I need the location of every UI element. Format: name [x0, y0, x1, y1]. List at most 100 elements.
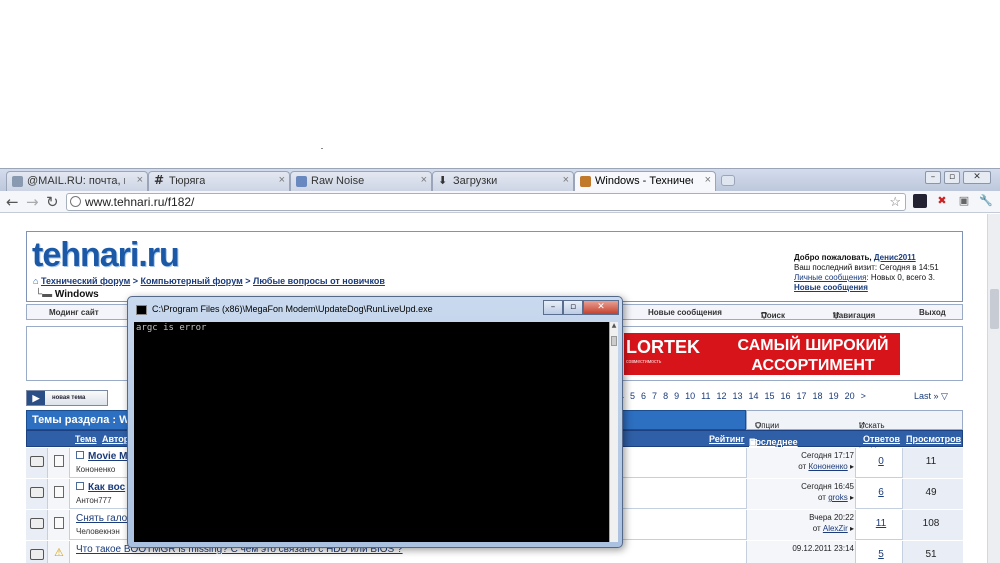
last-post-by: от groks ▸: [818, 493, 854, 502]
page-link[interactable]: 20: [845, 391, 855, 401]
console-close-button[interactable]: ✕: [583, 300, 619, 315]
page-link[interactable]: 5: [630, 391, 635, 401]
new-tab-button[interactable]: [721, 175, 735, 186]
close-window-button[interactable]: ✕: [963, 171, 991, 184]
forum-header: tehnari.ru ⌂ Технический форум > Компьют…: [26, 231, 963, 302]
current-section: └▬ Windows: [35, 289, 99, 300]
bookmark-star-icon[interactable]: ☆: [889, 194, 901, 210]
pagination: 4567891011121314151617181920>: [619, 391, 872, 401]
scrollbar-thumb[interactable]: [990, 289, 999, 329]
console-scrollbar[interactable]: ▲: [609, 322, 618, 542]
page-link[interactable]: 17: [797, 391, 807, 401]
view-count: 49: [925, 487, 937, 498]
page-last[interactable]: Last » ▽: [914, 391, 948, 402]
envelope-icon: [30, 549, 44, 560]
reply-count[interactable]: 6: [866, 487, 896, 498]
page-link[interactable]: 6: [641, 391, 646, 401]
last-post-date: Сегодня 16:45: [801, 482, 854, 491]
col-author[interactable]: Автор: [102, 434, 129, 444]
new-posts-link[interactable]: Новые сообщения: [794, 283, 868, 292]
reply-count[interactable]: 0: [866, 456, 896, 467]
address-bar[interactable]: www.tehnari.ru/f182/ ☆: [66, 193, 906, 211]
nav-logout[interactable]: Выход: [919, 308, 946, 317]
thread-title[interactable]: Movie M: [76, 451, 127, 462]
tab-downloads[interactable]: ⬇ Загрузки ×: [432, 171, 574, 191]
close-icon[interactable]: ×: [563, 174, 569, 186]
ad-banner[interactable]: LORTEK совместимость САМЫЙ ШИРОКИЙ АССОР…: [624, 333, 900, 375]
extension-icon[interactable]: [913, 194, 927, 208]
back-icon[interactable]: ←: [6, 193, 19, 211]
page-link[interactable]: 11: [701, 391, 710, 401]
tab-turyaga[interactable]: # Тюряга ×: [148, 171, 290, 191]
breadcrumb-newbie-questions[interactable]: Любые вопросы от новичков: [253, 276, 385, 286]
page-link[interactable]: 18: [813, 391, 823, 401]
tab-strip: @MAIL.RU: почта, поиск в× #Тюряга× Raw N…: [0, 169, 1000, 191]
reload-icon[interactable]: ↻: [46, 193, 59, 211]
site-logo[interactable]: tehnari.ru: [32, 236, 180, 275]
col-replies[interactable]: Ответов: [863, 434, 900, 444]
thread-title[interactable]: Снять гало: [76, 513, 127, 524]
page-link[interactable]: 9: [674, 391, 679, 401]
breadcrumb-computer-forum[interactable]: Компьютерный форум: [141, 276, 243, 286]
tab-windows-forum[interactable]: Windows - Технический ф×: [574, 171, 716, 191]
url-text: www.tehnari.ru/f182/: [85, 195, 195, 209]
envelope-icon: [30, 456, 44, 467]
reply-count[interactable]: 11: [866, 518, 896, 529]
page-menu-icon[interactable]: ▣: [957, 194, 971, 208]
hash-icon: #: [154, 173, 165, 187]
page-link[interactable]: 12: [716, 391, 726, 401]
flag-icon[interactable]: ✖: [935, 194, 949, 208]
console-maximize-button[interactable]: ▫: [563, 300, 583, 315]
wrench-icon[interactable]: 🔧: [979, 194, 993, 208]
col-views[interactable]: Просмотров: [906, 434, 961, 444]
close-icon[interactable]: ×: [421, 174, 427, 186]
page-link[interactable]: 19: [829, 391, 839, 401]
forward-icon[interactable]: →: [26, 193, 39, 211]
banner-brand: LORTEK: [626, 337, 700, 357]
banner-sub: совместимость: [626, 359, 662, 365]
page-link[interactable]: 16: [781, 391, 791, 401]
nav-new-posts[interactable]: Новые сообщения: [648, 308, 722, 317]
page-scrollbar[interactable]: [987, 214, 1000, 563]
page-link[interactable]: 7: [652, 391, 657, 401]
thread-author: Человекнэн: [76, 527, 120, 536]
new-thread-button[interactable]: ▶ новая тема: [26, 390, 108, 406]
console-minimize-button[interactable]: –: [543, 300, 563, 315]
console-scroll-thumb[interactable]: [611, 336, 617, 346]
close-icon[interactable]: ×: [279, 174, 285, 186]
page-link[interactable]: 14: [748, 391, 758, 401]
go-icon[interactable]: ▸: [850, 493, 854, 502]
minimize-button[interactable]: –: [925, 171, 941, 184]
username-link[interactable]: Денис2011: [874, 253, 916, 262]
col-topic[interactable]: Тема: [75, 434, 96, 444]
thread-title[interactable]: Как вос: [76, 482, 125, 493]
page-link[interactable]: 8: [663, 391, 668, 401]
page-favicon-icon: [296, 176, 307, 187]
nav-moderation[interactable]: Модинг сайт: [49, 308, 99, 317]
tree-branch-icon: └▬: [35, 289, 53, 300]
chevron-down-icon: ▽: [833, 311, 840, 320]
checkbox-icon: [76, 451, 84, 459]
arrow-right-icon: ▶: [27, 391, 45, 405]
mail-favicon-icon: [12, 176, 23, 187]
download-icon: ⬇: [438, 174, 448, 187]
page-link[interactable]: 15: [765, 391, 775, 401]
go-icon[interactable]: ▸: [850, 524, 854, 533]
go-icon[interactable]: ▸: [850, 462, 854, 471]
maximize-button[interactable]: ▫: [944, 171, 960, 184]
close-icon[interactable]: ×: [137, 174, 143, 186]
tab-raw-noise[interactable]: Raw Noise ×: [290, 171, 432, 191]
chevron-down-icon: ▽: [755, 421, 762, 430]
breadcrumb-tech-forum[interactable]: Технический форум: [41, 276, 130, 286]
col-rating[interactable]: Рейтинг: [709, 434, 744, 444]
tab-mail[interactable]: @MAIL.RU: почта, поиск в×: [6, 171, 148, 191]
page-link[interactable]: 13: [732, 391, 742, 401]
scroll-up-icon[interactable]: ▲: [610, 322, 618, 332]
envelope-icon: [30, 518, 44, 529]
console-output-area[interactable]: argc is error: [134, 322, 609, 542]
page-next[interactable]: >: [861, 391, 866, 401]
pm-link[interactable]: Личные сообщения: [794, 273, 866, 282]
close-icon[interactable]: ×: [705, 174, 711, 186]
page-link[interactable]: 10: [685, 391, 695, 401]
reply-count[interactable]: 5: [866, 549, 896, 560]
